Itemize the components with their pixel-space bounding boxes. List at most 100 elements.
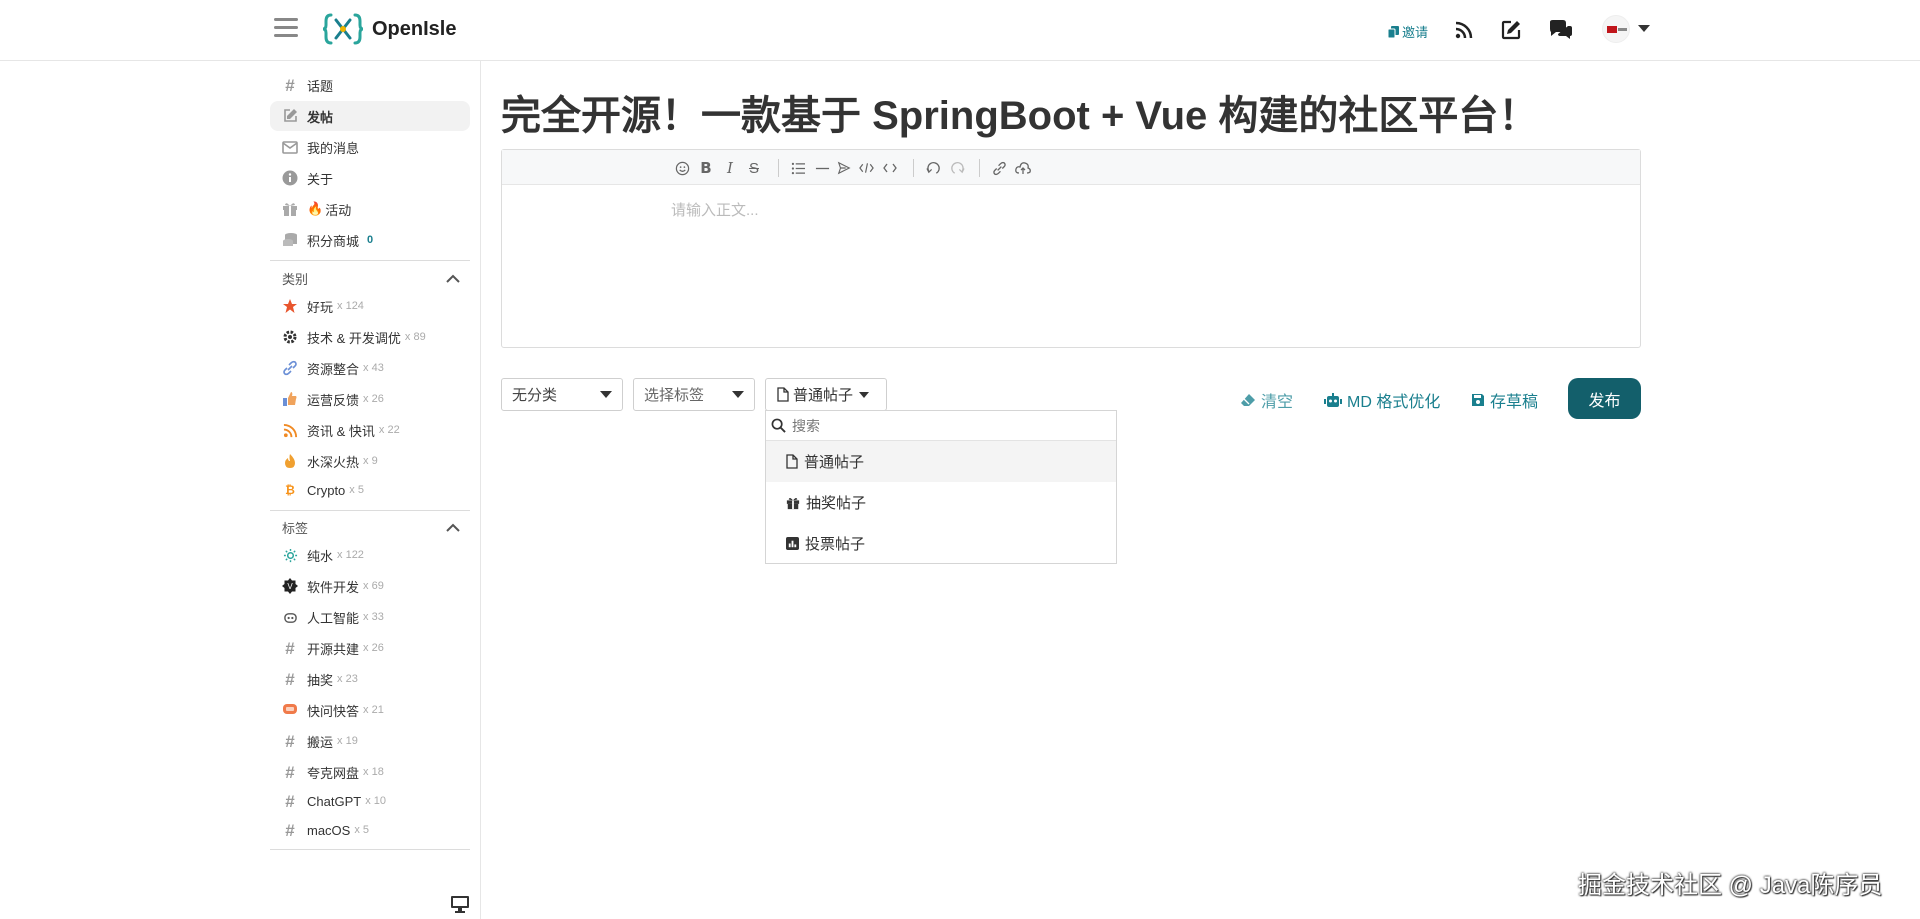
link-icon <box>281 359 299 377</box>
link-icon[interactable] <box>990 159 1008 177</box>
sidebar-item-points-store[interactable]: 积分商城 0 <box>270 225 470 255</box>
category-item[interactable]: ₿ Crypto x 5 <box>270 475 470 505</box>
italic-icon[interactable]: I <box>721 159 739 177</box>
toolbar-separator <box>979 159 980 177</box>
chat-bubble-icon <box>281 701 299 719</box>
thumbs-up-icon <box>281 390 299 408</box>
toolbar-separator <box>778 159 779 177</box>
category-select[interactable]: 无分类 <box>501 378 623 411</box>
dropdown-search-input[interactable] <box>792 417 1092 434</box>
category-label: 资源整合 <box>307 361 360 377</box>
top-header: OpenIsle 邀请 <box>0 0 1920 61</box>
category-item[interactable]: 好玩 x 124 <box>270 291 470 321</box>
invite-label: 邀请 <box>1402 25 1429 40</box>
post-type-select[interactable]: 普通帖子 <box>765 378 887 411</box>
tag-item[interactable]: # 抽奖 x 23 <box>270 664 470 694</box>
splash-icon <box>281 546 299 564</box>
md-format-button[interactable]: MD 格式优化 <box>1324 388 1440 412</box>
inline-code-icon[interactable] <box>881 159 899 177</box>
tag-label: 夸克网盘 <box>307 765 360 781</box>
gift-icon <box>786 497 800 509</box>
chevron-up-icon[interactable] <box>446 523 460 532</box>
tags-header[interactable]: 标签 <box>270 515 470 539</box>
undo-icon[interactable] <box>924 159 942 177</box>
category-item[interactable]: 资讯 & 快讯 x 22 <box>270 415 470 445</box>
md-format-label: MD 格式优化 <box>1347 394 1441 411</box>
send-icon[interactable] <box>835 159 853 177</box>
chat-icon[interactable] <box>1548 18 1574 42</box>
sidebar: # 话题 发帖 我的消息 关于 🔥 活动 积分商城 0 类别 好玩 x 124 技… <box>270 61 481 919</box>
editor-content-area[interactable]: 请输入正文... <box>502 185 1640 347</box>
menu-icon[interactable] <box>274 18 298 40</box>
tag-item[interactable]: # ChatGPT x 10 <box>270 786 470 816</box>
upload-icon[interactable] <box>1014 159 1032 177</box>
tag-count: x 18 <box>363 766 384 778</box>
option-poll-post[interactable]: 投票帖子 <box>766 523 1116 564</box>
editor-toolbar: B I S <box>502 150 1640 185</box>
user-avatar[interactable] <box>1602 15 1630 43</box>
tag-select[interactable]: 选择标签 <box>633 378 755 411</box>
bitcoin-icon: ₿ <box>285 483 295 497</box>
chevron-down-icon[interactable] <box>1638 25 1650 32</box>
tag-item[interactable]: # macOS x 5 <box>270 815 470 845</box>
category-count: x 124 <box>337 300 364 312</box>
tag-label: macOS <box>307 822 351 838</box>
categories-header[interactable]: 类别 <box>270 266 470 290</box>
rss-icon[interactable] <box>1452 18 1476 42</box>
tag-item[interactable]: # 搬运 x 19 <box>270 726 470 756</box>
tag-count: x 69 <box>363 580 384 592</box>
post-type-dropdown: 普通帖子 抽奖帖子 投票帖子 <box>765 410 1117 564</box>
tag-item[interactable]: 纯水 x 122 <box>270 540 470 570</box>
option-label: 普通帖子 <box>804 454 865 471</box>
post-type-value: 普通帖子 <box>793 387 854 404</box>
edit-icon[interactable] <box>1499 18 1523 42</box>
code-block-icon[interactable] <box>857 159 875 177</box>
tag-count: x 23 <box>337 673 358 685</box>
divider <box>270 260 470 261</box>
tag-item[interactable]: 快问快答 x 21 <box>270 695 470 725</box>
list-icon[interactable] <box>789 159 807 177</box>
save-draft-button[interactable]: 存草稿 <box>1471 388 1538 412</box>
tag-item[interactable]: # 开源共建 x 26 <box>270 633 470 663</box>
markdown-editor: B I S 请输入正文... <box>501 149 1641 348</box>
category-label: 好玩 <box>307 299 334 315</box>
category-item[interactable]: 水深火热 x 9 <box>270 446 470 476</box>
sidebar-item-messages[interactable]: 我的消息 <box>270 132 470 162</box>
invite-link[interactable]: 邀请 <box>1388 22 1428 41</box>
openisle-logo[interactable] <box>323 12 363 46</box>
rss-icon <box>281 421 299 439</box>
coins-icon <box>281 231 299 249</box>
sidebar-item-about[interactable]: 关于 <box>270 163 470 193</box>
post-title[interactable]: 完全开源！一款基于 SpringBoot + Vue 构建的社区平台！ <box>501 83 1538 141</box>
desktop-icon[interactable] <box>450 895 470 913</box>
strikethrough-icon[interactable]: S <box>745 159 763 177</box>
bold-icon[interactable]: B <box>697 159 715 177</box>
sidebar-item-label: 积分商城 <box>307 233 360 249</box>
sidebar-item-events[interactable]: 🔥 活动 <box>270 194 470 224</box>
category-item[interactable]: 运营反馈 x 26 <box>270 384 470 414</box>
hash-icon: # <box>285 762 295 782</box>
horizontal-rule-icon[interactable] <box>813 159 831 177</box>
category-count: x 22 <box>378 424 400 436</box>
tag-label: 人工智能 <box>307 610 360 626</box>
clear-button[interactable]: 清空 <box>1240 388 1293 412</box>
sidebar-item-label: 活动 <box>325 202 352 218</box>
fire-icon <box>281 452 299 470</box>
option-lottery-post[interactable]: 抽奖帖子 <box>766 482 1116 523</box>
publish-button[interactable]: 发布 <box>1568 378 1641 419</box>
category-item[interactable]: 技术 & 开发调优 x 89 <box>270 322 470 352</box>
svg-text:V: V <box>287 582 293 591</box>
tag-item[interactable]: V 软件开发 x 69 <box>270 571 470 601</box>
redo-icon[interactable] <box>948 159 966 177</box>
caret-down-icon <box>600 391 612 398</box>
site-name[interactable]: OpenIsle <box>372 18 456 41</box>
sidebar-item-topics[interactable]: # 话题 <box>270 70 470 100</box>
tag-item[interactable]: 人工智能 x 33 <box>270 602 470 632</box>
chevron-up-icon[interactable] <box>446 274 460 283</box>
tag-item[interactable]: # 夸克网盘 x 18 <box>270 757 470 787</box>
emoji-icon[interactable] <box>673 159 691 177</box>
sidebar-item-new-post[interactable]: 发帖 <box>270 101 470 131</box>
option-normal-post[interactable]: 普通帖子 <box>766 441 1116 482</box>
category-item[interactable]: 资源整合 x 43 <box>270 353 470 383</box>
chart-icon <box>786 537 799 550</box>
